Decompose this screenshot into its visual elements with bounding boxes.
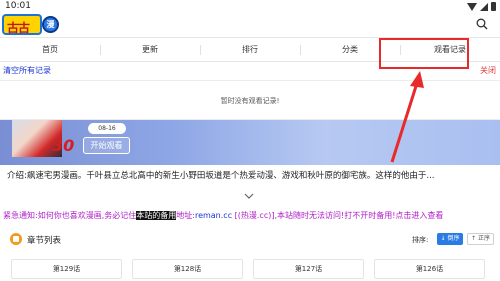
update-date-tag: 08-16	[88, 123, 126, 134]
battery-icon	[491, 2, 496, 11]
nav-ranking[interactable]: 排行	[200, 38, 300, 61]
site-logo[interactable]: 古古 漫	[2, 14, 62, 36]
close-history-link[interactable]: 关闭	[480, 65, 496, 76]
nav-update[interactable]: 更新	[100, 38, 200, 61]
comic-detail-page: 10:01 古古 漫 首页 更新 排行 分类 观看记录 清空所有记录 关闭 暂时…	[0, 0, 500, 281]
notice-part2: 地址:	[176, 211, 195, 220]
signal-icon	[480, 2, 488, 11]
logo-box: 古古	[2, 14, 42, 35]
chapter-list: 第129话 第128话 第127话 第126话	[0, 257, 500, 281]
search-icon[interactable]	[476, 18, 488, 30]
chevron-down-icon[interactable]	[244, 192, 254, 200]
app-header: 古古 漫	[0, 13, 500, 37]
status-time: 10:01	[5, 1, 31, 11]
notice-highlight: 本站的备用	[136, 211, 177, 220]
chapter-button-127[interactable]: 第127话	[253, 259, 364, 279]
nav-home[interactable]: 首页	[0, 38, 100, 61]
notice-part3: [(热漫.cc)],本站随时无法访问!打不开时备用!点击进入查看	[232, 211, 444, 220]
notice-url[interactable]: reman.cc	[195, 211, 232, 220]
comic-intro: 介绍:飙速宅男漫画。千叶县立总北高中的新生小野田坂道是个热爱动漫、游戏和秋叶原的…	[7, 171, 435, 181]
chapter-button-129[interactable]: 第129话	[11, 259, 122, 279]
notice-banner[interactable]: 紧急通知:如何你也喜欢漫画,务必记住本站的备用地址:reman.cc [(热漫.…	[0, 209, 500, 223]
logo-badge: 漫	[42, 16, 59, 33]
chapter-list-title: 章节列表	[27, 236, 62, 246]
wifi-icon	[467, 2, 477, 11]
chapter-list-icon	[10, 233, 22, 245]
history-panel: 暂时没有观看记录!	[0, 80, 500, 120]
logo-text: 古古	[7, 21, 30, 35]
comic-banner: 30 08-16 开始观看	[0, 120, 500, 165]
chapter-button-128[interactable]: 第128话	[132, 259, 243, 279]
clear-all-history-link[interactable]: 清空所有记录	[3, 65, 51, 76]
notice-part1: 紧急通知:如何你也喜欢漫画,务必记住	[3, 211, 137, 220]
empty-history-message: 暂时没有观看记录!	[220, 97, 280, 105]
start-reading-button[interactable]: 开始观看	[83, 137, 130, 154]
history-bar: 清空所有记录 关闭	[0, 62, 500, 80]
chapter-list-header: 章节列表 排序: ↓ 倒序 ↑ 正序	[0, 228, 500, 252]
cover-number: 30	[52, 136, 75, 155]
sort-desc-button[interactable]: ↓ 倒序	[437, 233, 463, 245]
sort-asc-button[interactable]: ↑ 正序	[467, 233, 494, 245]
status-bar: 10:01	[0, 0, 500, 13]
sort-label: 排序:	[412, 236, 429, 244]
status-icons	[467, 2, 496, 11]
chapter-button-126[interactable]: 第126话	[374, 259, 485, 279]
